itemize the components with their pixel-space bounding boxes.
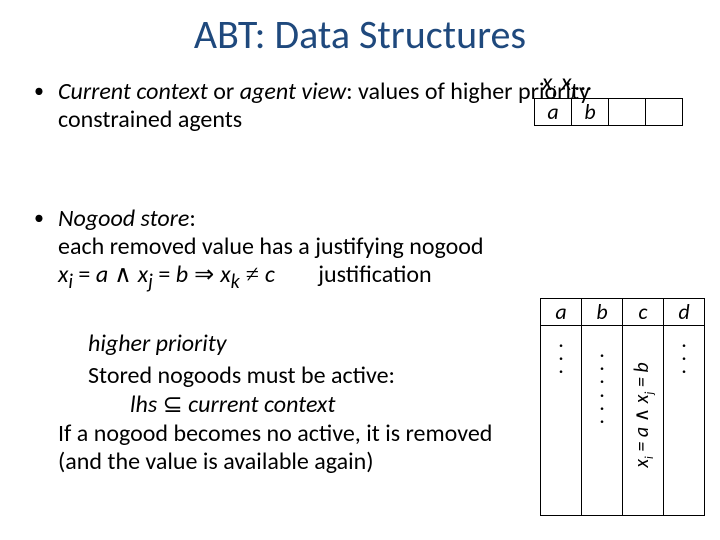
current-context-label: Current context xyxy=(58,77,208,106)
vdots-d: . . . xyxy=(664,325,704,373)
vl-eqb: = b xyxy=(630,362,654,391)
ns-col-c: xi = a ∧ xj = b xyxy=(623,325,664,515)
var-x3: x xyxy=(220,260,230,289)
stored-nogoods-line: Stored nogoods must be active: xyxy=(88,362,528,390)
bullet-1-sep: or xyxy=(208,77,240,106)
vl-j: j xyxy=(643,392,657,395)
av-cell-3 xyxy=(646,99,682,125)
agent-view-var-labels: xi xj… xyxy=(542,68,591,100)
dot: . xyxy=(664,359,704,372)
ns-h-0: a xyxy=(541,299,582,325)
ns-col-c-label: xi = a ∧ xj = b xyxy=(629,362,657,467)
sub-k: k xyxy=(231,270,240,294)
bullet-dot-icon: • xyxy=(30,205,58,231)
var-x2: x xyxy=(138,260,148,289)
val-b: b xyxy=(176,260,188,289)
noactive-1: If a nogood becomes no active, it is rem… xyxy=(58,419,492,448)
dot: . xyxy=(582,409,622,422)
val-c: c xyxy=(265,260,275,289)
bullet-2-line2: each removed value has a justifying nogo… xyxy=(58,232,484,261)
vl-and-icon: ∧ xyxy=(631,408,653,423)
av-ellipsis: … xyxy=(575,68,592,97)
vdots-b: . . . . . . xyxy=(582,325,622,422)
av-cell-1: b xyxy=(572,99,609,125)
var-x: x xyxy=(58,260,68,289)
lhs-subset-line: lhs ⊆ current context xyxy=(130,390,335,419)
ns-h-3: d xyxy=(664,299,704,325)
slide: ABT: Data Structures • Current context o… xyxy=(0,0,720,540)
val-a: a xyxy=(96,260,108,289)
nogood-table-cols: . . . . . . . . . xi = a ∧ xj = b . . xyxy=(540,325,705,516)
ns-col-a: . . . xyxy=(541,325,582,515)
av-cell-2 xyxy=(609,99,646,125)
slide-title: ABT: Data Structures xyxy=(0,10,720,59)
vl-x1: x xyxy=(630,459,654,468)
noactive-2: (and the value is available again) xyxy=(58,447,374,476)
ns-h-1: b xyxy=(582,299,623,325)
justification-label: justification xyxy=(318,260,431,289)
ns-col-d: . . . xyxy=(664,325,704,515)
bullet-2-text: Nogood store: each removed value has a j… xyxy=(58,205,690,295)
bullet-dot-icon: • xyxy=(30,78,58,104)
av-cell-0: a xyxy=(535,99,572,125)
bullet-2: • Nogood store: each removed value has a… xyxy=(30,205,690,295)
eq-2: = xyxy=(153,260,176,289)
agent-view-label: agent view xyxy=(240,77,346,106)
and-symbol-icon: ∧ xyxy=(108,262,138,288)
neq-symbol-icon: ≠ xyxy=(240,262,265,288)
agent-view-row: a b xyxy=(534,98,683,126)
vl-eqa: = a xyxy=(630,422,654,456)
av-x1: x xyxy=(542,68,552,97)
higher-priority-label: higher priority xyxy=(88,330,528,358)
lhs-rest: current context xyxy=(183,390,336,419)
vl-x2: x xyxy=(630,395,654,408)
lhs-text: lhs xyxy=(130,390,163,419)
subset-symbol-icon: ⊆ xyxy=(163,392,183,418)
av-x2: x xyxy=(561,68,571,97)
noactive-text: If a nogood becomes no active, it is rem… xyxy=(58,420,528,477)
dot: . xyxy=(541,359,581,372)
vdots-a: . . . xyxy=(541,325,581,373)
ns-col-b: . . . . . . xyxy=(582,325,623,515)
ns-h-2: c xyxy=(623,299,664,325)
nogood-store-label: Nogood store xyxy=(58,204,189,233)
eq-1: = xyxy=(73,260,96,289)
nogood-table-header: a b c d xyxy=(540,298,705,326)
implies-symbol-icon: ⇒ xyxy=(188,262,220,288)
nogood-formula: xi = a ∧ xj = b ⇒ xk ≠ c justification xyxy=(58,260,432,289)
